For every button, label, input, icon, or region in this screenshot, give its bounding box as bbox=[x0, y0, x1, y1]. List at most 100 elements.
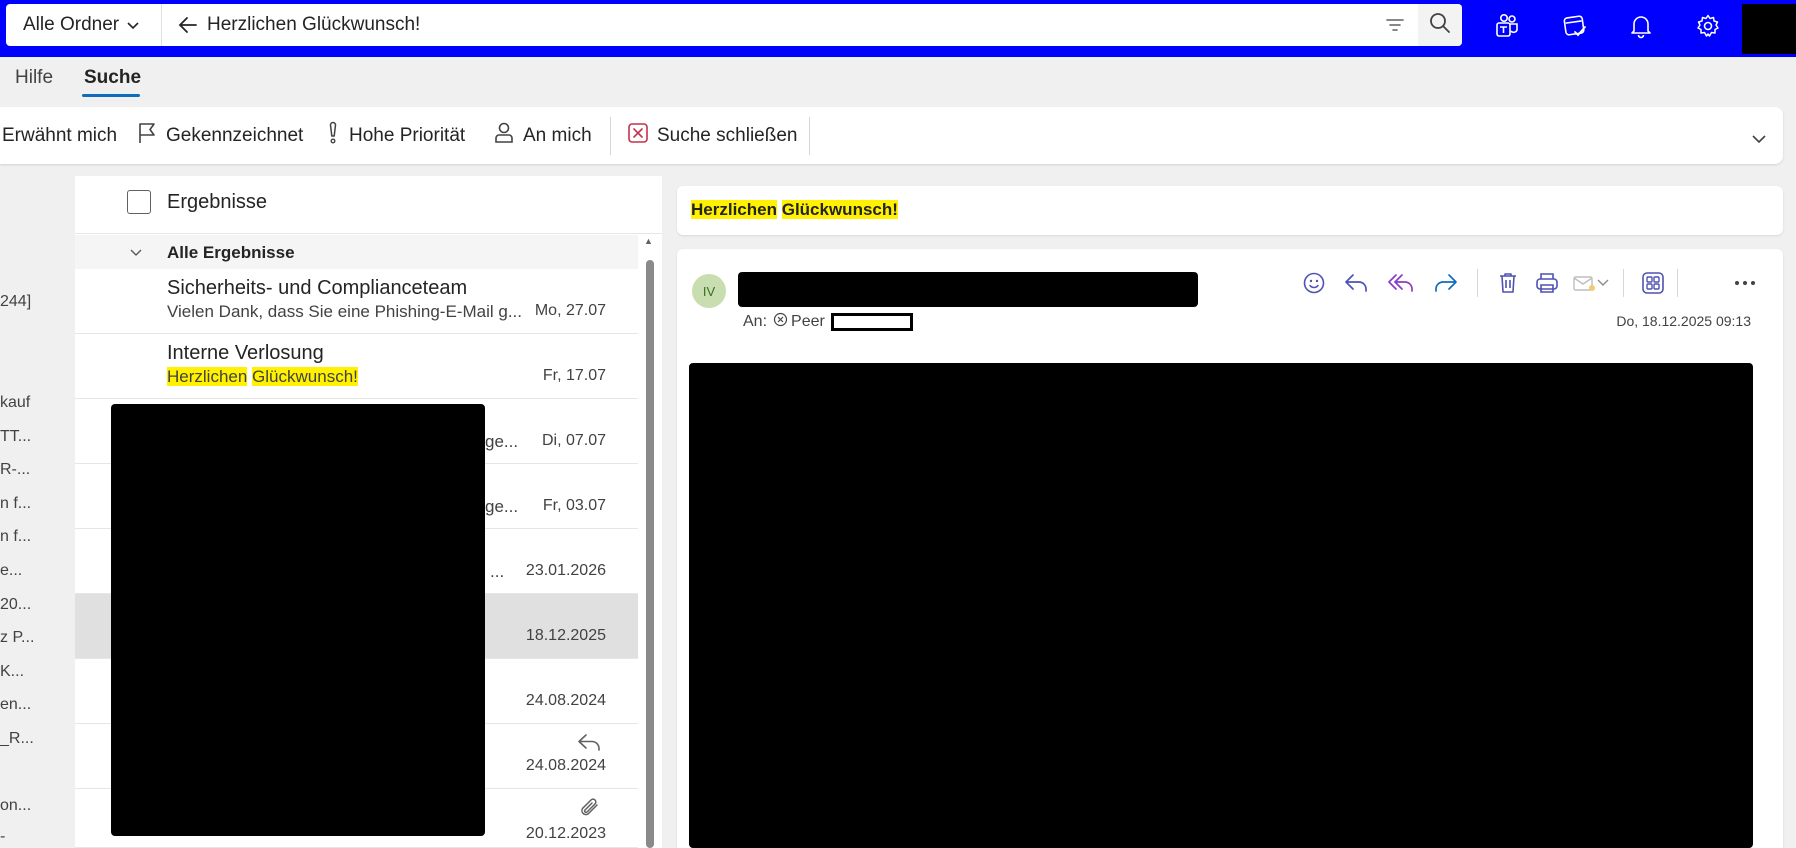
folder-item[interactable]: K... bbox=[0, 663, 24, 681]
folder-item[interactable]: n f... bbox=[0, 528, 31, 546]
search-button[interactable] bbox=[1418, 4, 1462, 46]
message-row[interactable]: Interne Verlosung Herzlichen Glückwunsch… bbox=[75, 334, 638, 399]
back-arrow-icon[interactable] bbox=[176, 13, 200, 37]
redacted-sender bbox=[738, 272, 1198, 307]
toolbar-divider bbox=[809, 117, 810, 155]
message-date: 24.08.2024 bbox=[525, 692, 606, 709]
close-search-button[interactable]: Suche schließen bbox=[627, 107, 797, 164]
subject-bar: Herzlichen Glückwunsch! bbox=[677, 186, 1783, 235]
flagged-button[interactable]: Gekennzeichnet bbox=[136, 107, 303, 164]
folder-item[interactable]: e... bbox=[0, 562, 22, 580]
notification-bell-icon[interactable] bbox=[1625, 10, 1657, 42]
chevron-down-icon[interactable] bbox=[1593, 267, 1613, 299]
results-heading: Ergebnisse bbox=[167, 191, 268, 213]
redacted-area bbox=[111, 404, 485, 836]
message-list-header: Ergebnisse bbox=[75, 176, 662, 234]
remove-recipient-icon[interactable] bbox=[773, 312, 788, 332]
message-preview: Vielen Dank, dass Sie eine Phishing-E-Ma… bbox=[167, 302, 522, 321]
tab-help[interactable]: Hilfe bbox=[15, 67, 53, 95]
mail-date: Do, 18.12.2025 09:13 bbox=[1616, 313, 1751, 329]
search-hit-highlight: Herzlichen bbox=[167, 367, 248, 386]
search-hit-highlight: Glückwunsch! bbox=[781, 200, 898, 219]
apps-icon[interactable] bbox=[1637, 267, 1669, 299]
person-icon bbox=[493, 121, 523, 151]
redacted-recipient bbox=[830, 313, 913, 331]
message-date: 23.01.2026 bbox=[525, 562, 606, 579]
message-preview: ge... bbox=[485, 432, 519, 451]
folder-item[interactable]: n f... bbox=[0, 495, 31, 513]
gear-icon[interactable] bbox=[1692, 10, 1724, 42]
reply-icon[interactable] bbox=[1340, 267, 1372, 299]
chevron-down-icon bbox=[127, 18, 139, 33]
mentions-me-button[interactable]: Erwähnt mich bbox=[2, 107, 117, 164]
sender-avatar[interactable]: IV bbox=[692, 274, 726, 308]
folder-item[interactable]: 20... bbox=[0, 596, 31, 614]
calendar-check-icon[interactable] bbox=[1559, 10, 1591, 42]
search-toolbar: Erwähnt mich Gekennzeichnet Hohe Priorit… bbox=[0, 107, 1783, 164]
top-bar: Alle Ordner Herzlichen Glückwunsch! bbox=[0, 0, 1796, 57]
delete-icon[interactable] bbox=[1492, 267, 1524, 299]
recipient-line: An: Peer bbox=[743, 312, 913, 332]
scroll-up-icon[interactable]: ▲ bbox=[644, 236, 653, 246]
attachment-icon bbox=[578, 797, 602, 824]
mail-subject: Herzlichen Glückwunsch! bbox=[691, 200, 898, 220]
to-me-label: An mich bbox=[523, 124, 592, 146]
search-scope-dropdown[interactable]: Alle Ordner bbox=[6, 4, 162, 46]
search-box[interactable]: Alle Ordner Herzlichen Glückwunsch! bbox=[6, 4, 1462, 46]
mentions-me-label: Erwähnt mich bbox=[2, 124, 118, 146]
message-date: Mo, 27.07 bbox=[534, 302, 606, 319]
folder-item[interactable]: _R... bbox=[0, 730, 34, 748]
message-row[interactable]: Sicherheits- und Complianceteam Vielen D… bbox=[75, 269, 638, 334]
message-sender: Sicherheits- und Complianceteam bbox=[167, 277, 468, 299]
folder-item[interactable]: R-... bbox=[0, 461, 30, 479]
toolbar-divider bbox=[610, 117, 611, 155]
to-label: An: bbox=[743, 313, 768, 330]
filter-icon[interactable] bbox=[1384, 15, 1406, 35]
action-divider bbox=[1477, 269, 1478, 297]
action-divider bbox=[1623, 269, 1624, 297]
folder-item[interactable]: on... bbox=[0, 797, 31, 815]
message-date: 24.08.2024 bbox=[525, 757, 606, 774]
search-scope-label: Alle Ordner bbox=[23, 14, 120, 35]
scrollbar-thumb[interactable] bbox=[646, 260, 654, 848]
more-options-icon[interactable] bbox=[1729, 267, 1761, 299]
chevron-down-icon[interactable] bbox=[130, 244, 142, 260]
emoji-reaction-icon[interactable] bbox=[1298, 267, 1330, 299]
tab-search[interactable]: Suche bbox=[84, 67, 141, 95]
recipient-name[interactable]: Peer bbox=[791, 313, 825, 331]
folder-item[interactable]: - bbox=[0, 828, 5, 846]
reply-all-icon[interactable] bbox=[1385, 267, 1417, 299]
search-input[interactable]: Herzlichen Glückwunsch! bbox=[207, 4, 420, 46]
action-divider bbox=[1677, 269, 1678, 297]
select-all-checkbox[interactable] bbox=[127, 190, 151, 214]
reply-icon bbox=[576, 732, 602, 757]
message-preview: Herzlichen Glückwunsch! bbox=[167, 367, 358, 387]
teams-icon[interactable] bbox=[1491, 10, 1523, 42]
search-hit-highlight: Glückwunsch! bbox=[252, 367, 358, 386]
folder-item[interactable]: 244] bbox=[0, 293, 31, 311]
message-date: Fr, 03.07 bbox=[542, 497, 606, 514]
close-search-icon bbox=[627, 122, 657, 150]
forward-icon[interactable] bbox=[1430, 267, 1462, 299]
flagged-label: Gekennzeichnet bbox=[166, 124, 304, 146]
profile-avatar[interactable] bbox=[1742, 4, 1796, 54]
high-priority-button[interactable]: Hohe Priorität bbox=[325, 107, 465, 164]
high-priority-label: Hohe Priorität bbox=[349, 124, 466, 146]
message-preview: ... bbox=[490, 562, 505, 581]
message-date: 20.12.2023 bbox=[525, 825, 606, 842]
exclamation-icon bbox=[325, 121, 349, 151]
print-icon[interactable] bbox=[1531, 267, 1563, 299]
message-preview: ge... bbox=[485, 497, 519, 516]
results-group-header[interactable]: Alle Ergebnisse bbox=[75, 235, 638, 269]
folder-item[interactable]: z P... bbox=[0, 629, 34, 647]
folder-item[interactable]: kauf bbox=[0, 394, 30, 412]
message-date: Di, 07.07 bbox=[541, 432, 606, 449]
search-icon bbox=[1429, 12, 1451, 39]
redacted-mail-body bbox=[689, 363, 1753, 848]
folder-item[interactable]: en... bbox=[0, 696, 31, 714]
to-me-button[interactable]: An mich bbox=[493, 107, 592, 164]
folder-item[interactable]: TT... bbox=[0, 428, 31, 446]
flag-icon bbox=[136, 121, 166, 151]
chevron-down-icon[interactable] bbox=[1752, 131, 1766, 149]
message-date: 18.12.2025 bbox=[525, 627, 606, 644]
